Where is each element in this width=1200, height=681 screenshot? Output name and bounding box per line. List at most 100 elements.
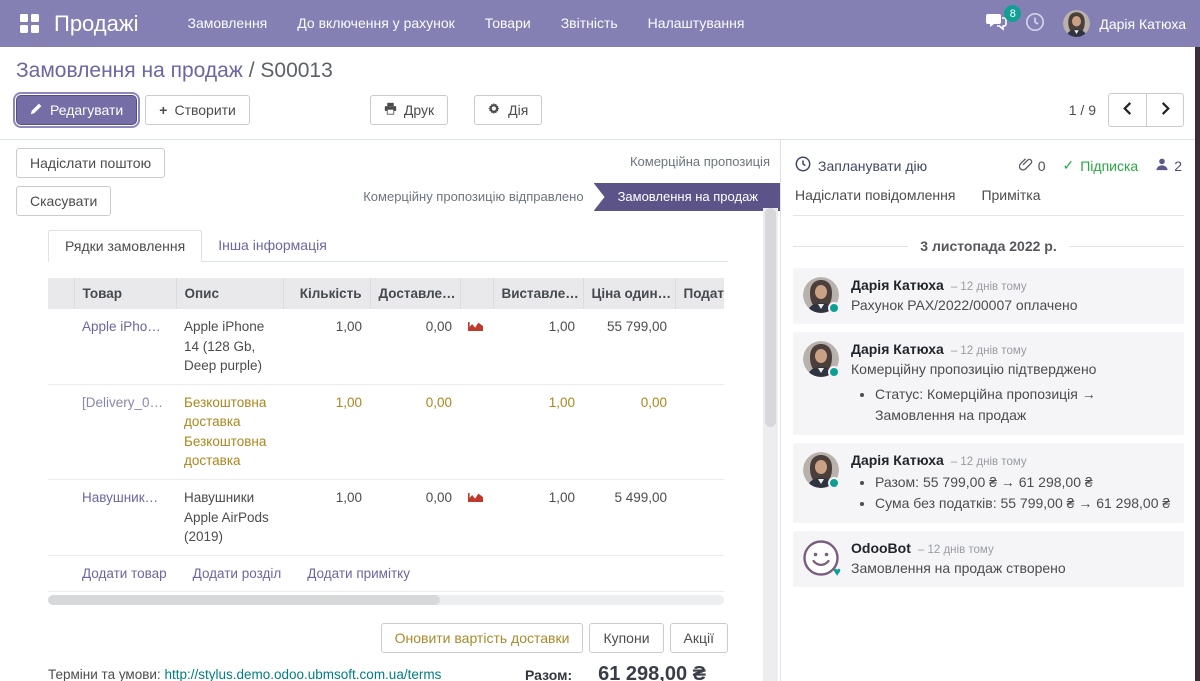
table-row[interactable]: Навушник… Навушники Apple AirPods (2019)… [48, 479, 724, 555]
messages-count-badge: 8 [1004, 5, 1021, 22]
action-button[interactable]: Дія [474, 95, 542, 125]
cell-description: Apple iPhone 14 (128 Gb, Deep purple) [176, 309, 283, 384]
status-step-quotation-sent[interactable]: Комерційну пропозицію відправлено [363, 183, 593, 211]
nav-item-orders[interactable]: Замовлення [172, 0, 282, 47]
message-time: – 12 днів тому [918, 544, 994, 556]
nav-item-to-invoice[interactable]: До включення у рахунок [282, 0, 470, 47]
messages-icon[interactable]: 8 [985, 13, 1007, 34]
message[interactable]: ♥ OdooBot – 12 днів тому Замовлення на п… [793, 531, 1184, 587]
pager-previous-button[interactable] [1108, 93, 1146, 127]
cell-description: Навушники Apple AirPods (2019) [176, 479, 283, 555]
total-value: 61 298,00 ₴ [598, 663, 706, 681]
breadcrumb-parent[interactable]: Замовлення на продаж [16, 59, 243, 82]
log-note-tab[interactable]: Примітка [981, 187, 1040, 203]
send-by-email-button[interactable]: Надіслати поштою [16, 148, 165, 178]
tab-order-lines[interactable]: Рядки замовлення [48, 230, 202, 262]
table-horizontal-scrollbar[interactable] [48, 595, 724, 605]
edit-button[interactable]: Редагувати [16, 95, 137, 125]
message[interactable]: Дарія Катюха – 12 днів тому Комерційну п… [793, 332, 1184, 434]
drag-handle[interactable] [48, 479, 74, 555]
paperclip-icon [1019, 157, 1033, 175]
message[interactable]: Дарія Катюха – 12 днів тому Разом: 55 79… [793, 443, 1184, 523]
attachments-button[interactable]: 0 [1019, 157, 1046, 175]
pager-count: 1 / 9 [1069, 102, 1096, 118]
message-change-item: Статус: Комерційна пропозиція → Замовлен… [875, 384, 1174, 426]
drag-handle[interactable] [48, 309, 74, 384]
table-row[interactable]: [Delivery_0… Безкоштовна доставка Безкош… [48, 384, 724, 479]
pager-next-button[interactable] [1146, 93, 1184, 127]
add-product-link[interactable]: Додати товар [82, 564, 167, 584]
nav-item-settings[interactable]: Налаштування [633, 0, 760, 47]
coupons-button[interactable]: Купони [589, 623, 663, 653]
col-qty[interactable]: Кількість [283, 278, 370, 309]
app-brand[interactable]: Продажі [54, 11, 138, 37]
message-body: Рахунок PAX/2022/00007 оплачено [851, 295, 1174, 315]
cell-delivered: 0,00 [370, 479, 460, 555]
message-author[interactable]: OdooBot [851, 540, 911, 556]
window-scrollbar[interactable] [1195, 47, 1200, 681]
terms-link[interactable]: http://stylus.demo.odoo.ubmsoft.com.ua/t… [164, 667, 441, 681]
col-description[interactable]: Опис [176, 278, 283, 309]
breadcrumb: Замовлення на продаж / S00013 [16, 59, 1184, 83]
message-author[interactable]: Дарія Катюха [851, 452, 944, 468]
promotions-button[interactable]: Акції [670, 623, 728, 653]
nav-item-reporting[interactable]: Звітність [546, 0, 633, 47]
update-shipping-cost-button[interactable]: Оновити вартість доставки [381, 623, 584, 653]
col-unit-price[interactable]: Ціна один… [583, 278, 675, 309]
col-product[interactable]: Товар [74, 278, 176, 309]
followers-button[interactable]: 2 [1155, 157, 1182, 174]
user-menu[interactable]: Дарія Катюха [1063, 10, 1186, 37]
tab-other-info[interactable]: Інша інформація [202, 230, 343, 261]
send-message-tab[interactable]: Надіслати повідомлення [795, 187, 955, 203]
online-status-dot [828, 302, 840, 314]
message[interactable]: Дарія Катюха – 12 днів тому Рахунок PAX/… [793, 268, 1184, 324]
printer-icon [384, 102, 397, 118]
date-separator: 3 листопада 2022 р. [793, 238, 1184, 254]
schedule-activity-button[interactable]: Запланувати дію [795, 156, 927, 175]
pencil-icon [30, 102, 43, 118]
cell-taxes [675, 479, 724, 555]
message-body: Комерційну пропозицію підтверджено [851, 359, 1174, 379]
gear-icon [488, 102, 501, 118]
forecast-chart-icon[interactable] [468, 489, 484, 509]
create-button[interactable]: + Створити [145, 95, 250, 125]
user-avatar [1063, 10, 1090, 37]
status-active-sales-order[interactable]: Замовлення на продаж [594, 183, 780, 211]
cell-unit-price: 5 499,00 [583, 479, 675, 555]
col-taxes[interactable]: Подат [675, 278, 724, 309]
activities-clock-icon[interactable] [1025, 12, 1045, 35]
following-button[interactable]: ✓ Підписка [1063, 157, 1139, 174]
status-step-quotation[interactable]: Комерційна пропозиція [630, 148, 780, 176]
cell-product[interactable]: Apple iPho… [74, 309, 176, 384]
add-section-link[interactable]: Додати розділ [193, 564, 282, 584]
col-icon [460, 278, 493, 309]
add-note-link[interactable]: Додати примітку [307, 564, 410, 584]
message-change-item: Сума без податків: 55 799,00 ₴ → 61 298,… [875, 493, 1174, 514]
apps-grid-icon[interactable] [20, 14, 40, 34]
message-author[interactable]: Дарія Катюха [851, 277, 944, 293]
table-header-row: Товар Опис Кількість Доставле… Виставле…… [48, 278, 724, 309]
cell-qty: 1,00 [283, 309, 370, 384]
col-invoiced[interactable]: Виставле… [493, 278, 583, 309]
message-time: – 12 днів тому [951, 281, 1027, 293]
table-row[interactable]: Apple iPho… Apple iPhone 14 (128 Gb, Dee… [48, 309, 724, 384]
order-lines-table: Товар Опис Кількість Доставле… Виставле…… [48, 278, 724, 592]
forecast-chart-icon[interactable] [468, 318, 484, 338]
form-vertical-scrollbar[interactable] [763, 208, 778, 681]
message-author[interactable]: Дарія Катюха [851, 341, 944, 357]
print-button[interactable]: Друк [370, 95, 448, 125]
message-body: Замовлення на продаж створено [851, 558, 1174, 578]
avatar [803, 341, 839, 377]
col-delivered[interactable]: Доставле… [370, 278, 460, 309]
chevron-left-icon [1122, 102, 1133, 118]
cancel-button[interactable]: Скасувати [16, 186, 111, 216]
nav-item-products[interactable]: Товари [470, 0, 546, 47]
clock-icon [795, 156, 811, 175]
cell-product[interactable]: Навушник… [74, 479, 176, 555]
cell-taxes [675, 384, 724, 479]
cell-delivered: 0,00 [370, 309, 460, 384]
cell-product[interactable]: [Delivery_0… [74, 384, 176, 479]
breadcrumb-current: S00013 [260, 59, 332, 82]
drag-handle[interactable] [48, 384, 74, 479]
avatar [803, 452, 839, 488]
